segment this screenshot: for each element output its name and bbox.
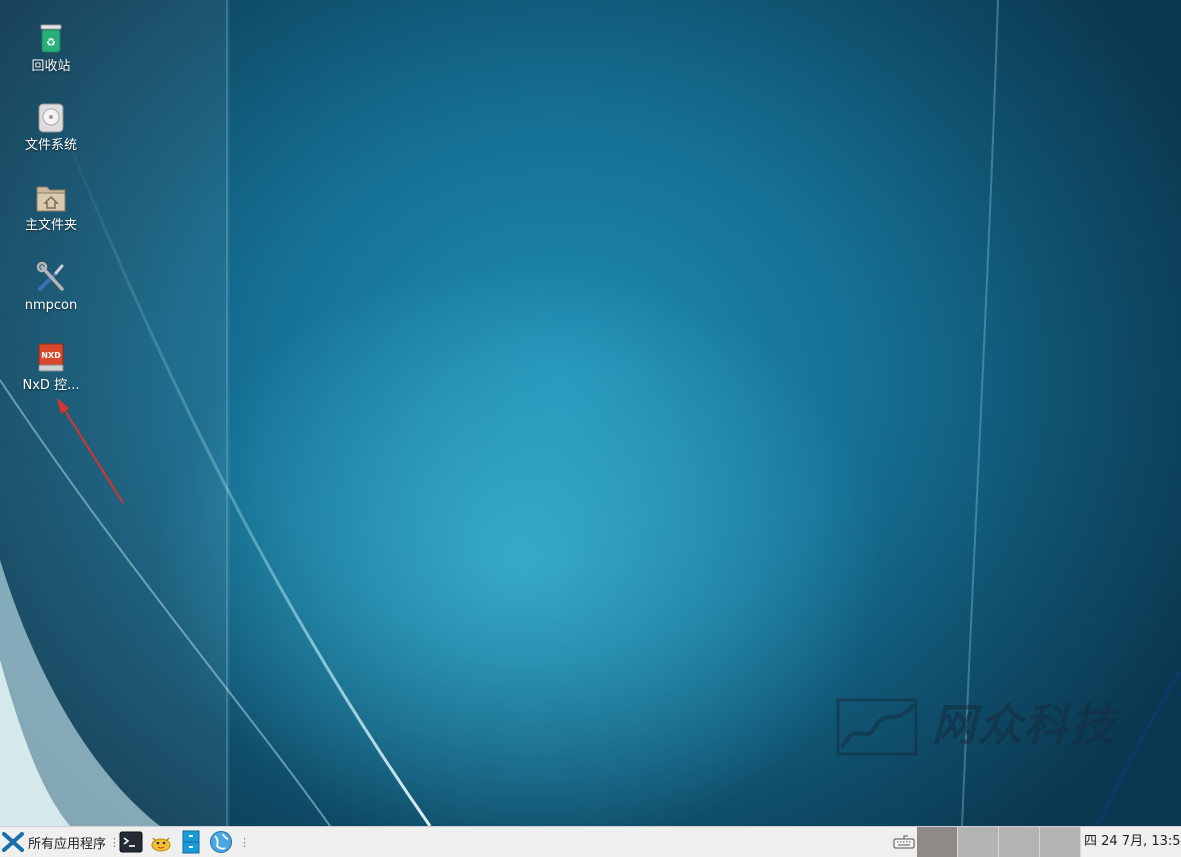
desktop-icon-label: 回收站 — [31, 59, 71, 74]
drive-icon — [34, 101, 68, 135]
browser-globe-icon — [208, 829, 234, 855]
desktop-icon-label: 主文件夹 — [24, 218, 77, 233]
launcher-browser[interactable] — [208, 827, 234, 857]
nxd-drive-icon: NXD — [34, 341, 68, 375]
desktop-icon-label: NxD 控... — [22, 378, 80, 393]
desktop-icon-trash[interactable]: ♻ 回收站 — [6, 22, 96, 75]
workspace-switcher — [917, 827, 1081, 857]
file-cabinet-icon — [178, 829, 204, 855]
launcher-genie[interactable] — [148, 827, 174, 857]
genie-lamp-icon — [148, 829, 174, 855]
desktop-icon-filesystem[interactable]: 文件系统 — [6, 101, 96, 154]
desktop-icon-nxd[interactable]: NXD NxD 控... — [6, 341, 96, 394]
xfce-logo-icon — [2, 832, 24, 852]
nxd-badge: NXD — [41, 351, 61, 360]
workspace-3[interactable] — [999, 827, 1040, 857]
desktop-icon-nmpcon[interactable]: nmpcon — [6, 261, 96, 314]
watermark-text: 网众科技 — [932, 700, 1116, 751]
workspace-2[interactable] — [958, 827, 999, 857]
panel-separator: ⋮ — [236, 827, 250, 857]
watermark-logo: 网众科技 — [832, 696, 1132, 758]
panel-separator-icon: ⋮ — [239, 835, 250, 849]
terminal-icon — [118, 829, 144, 855]
applications-menu-label: 所有应用程序 — [28, 836, 107, 852]
tools-icon — [34, 261, 68, 295]
svg-text:♻: ♻ — [46, 36, 56, 49]
launcher-files[interactable] — [178, 827, 204, 857]
workspace-1[interactable] — [917, 827, 958, 857]
desktop[interactable]: ♻ 回收站 文件系统 主文件夹 nmpcon NXD NxD 控... 网众科技 — [0, 0, 1181, 826]
clock[interactable]: 四 24 7月, 13:58 — [1084, 827, 1181, 857]
home-folder-icon — [34, 181, 68, 215]
keyboard-tray-icon[interactable] — [893, 833, 915, 851]
desktop-icon-label: nmpcon — [24, 298, 78, 313]
watermark-emblem-icon — [836, 698, 918, 756]
launcher-terminal[interactable] — [118, 827, 144, 857]
workspace-4[interactable] — [1040, 827, 1081, 857]
desktop-icon-home[interactable]: 主文件夹 — [6, 181, 96, 234]
applications-menu-button[interactable]: 所有应用程序 ⋮ — [2, 827, 120, 857]
desktop-icon-label: 文件系统 — [24, 138, 77, 153]
taskbar: 所有应用程序 ⋮ ⋮ 四 24 7月, 13:58 — [0, 826, 1181, 857]
trash-icon: ♻ — [34, 22, 68, 56]
